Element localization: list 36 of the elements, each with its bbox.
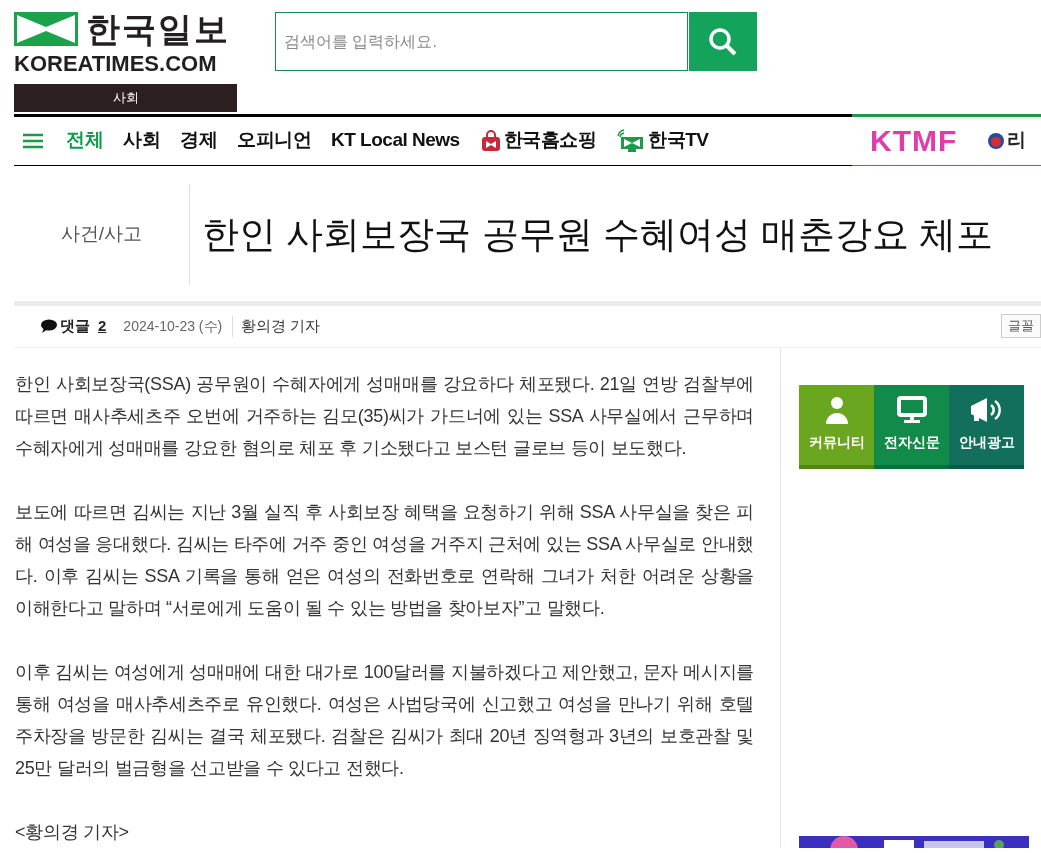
logo-emblem-icon: [14, 12, 78, 46]
article-paragraph: 이후 김씨는 여성에게 성매매에 대한 대가로 100달러를 지불하겠다고 제안했고, 문자 메시지를 통해 여성을 매사추세츠주로 유인했다. 여성은 사법당국에 신고했고 여성을 만나기 위해 호텔 주차장을 방문한 김씨는 결국 체포됐다. 검찰은 김씨가 최대 20년 징역형과 3년의 보호관찰 및 25만 달러의 벌금형을 선고받을 수 있다고 전했다.: [15, 660, 754, 780]
person-icon: [824, 396, 849, 424]
brand-logo[interactable]: KTMF: [870, 118, 958, 163]
nav-link[interactable]: 오피니언: [237, 126, 311, 155]
article-author: 황의경 기자: [241, 315, 321, 336]
nav-link[interactable]: 리: [1007, 126, 1027, 155]
shopping-bag-icon: [479, 129, 502, 152]
article-category: 사건/사고: [60, 222, 143, 247]
article-date: 2024-10-23 (수): [123, 315, 234, 337]
emblem-icon: [987, 131, 1006, 150]
search-button[interactable]: [689, 12, 757, 71]
nav-link[interactable]: 한국TV: [616, 126, 709, 155]
sidebar-button[interactable]: 안내광고: [949, 384, 1024, 469]
logo-domain: KOREATIMES.COM: [14, 50, 218, 78]
search-field[interactable]: 검색어를 입력하세요.: [275, 12, 688, 71]
nav-link[interactable]: 경제: [180, 126, 217, 155]
search-icon: [708, 26, 738, 57]
section-label: 사회: [14, 83, 237, 112]
font-button[interactable]: 글꼴: [1001, 314, 1041, 338]
menu-button[interactable]: [22, 132, 44, 149]
article-title: 한인 사회보장국 공무원 수혜여성 매춘강요 체포: [202, 212, 994, 257]
article-paragraph: 보도에 따르면 김씨는 지난 3월 실직 후 사회보장 혜택을 요청하기 위해 SSA 사무실을 찾은 피해 여성을 응대했다. 김씨는 타주에 거주 중인 여성을 거주지 근처에 있는 SSA 사무실로 안내했다. 이후 김씨는 SSA 기록을 통해 얻은 여성의 전화번호로 연락해 그녀가 처한 어려운 상황을 이해한다고 말하며 “서로에게 도움이 될 수 있는 방법을 찾아보자”고 말했다.: [15, 500, 754, 620]
comment-icon: [41, 319, 57, 333]
nav-link[interactable]: KT Local News: [331, 126, 460, 155]
nav-link[interactable]: 한국홈쇼핑: [479, 126, 597, 155]
logo-korean: 한국일보: [86, 12, 230, 46]
monitor-icon: [896, 396, 927, 424]
comments-label: 댓글: [60, 315, 90, 336]
article-paragraph: 한인 사회보장국(SSA) 공무원이 수혜자에게 성매매를 강요하다 체포됐다. 21일 연방 검찰부에 따르면 매사추세츠주 오번에 거주하는 김모(35)씨가 가드너에 있는 SSA 사무실에서 근무하며 수혜자에게 성매매를 강요한 혐의로 체포 후 기소됐다고 보스턴 글로브 등이 보도했다.: [15, 372, 754, 460]
sidebar-button[interactable]: 전자신문: [874, 384, 949, 469]
menu-icon: [22, 132, 44, 149]
nav-link[interactable]: 전체: [66, 126, 103, 155]
comments-count[interactable]: 2: [98, 314, 107, 338]
nav-link[interactable]: 사회: [123, 126, 160, 155]
article-paragraph: <황의경 기자>: [15, 820, 130, 844]
